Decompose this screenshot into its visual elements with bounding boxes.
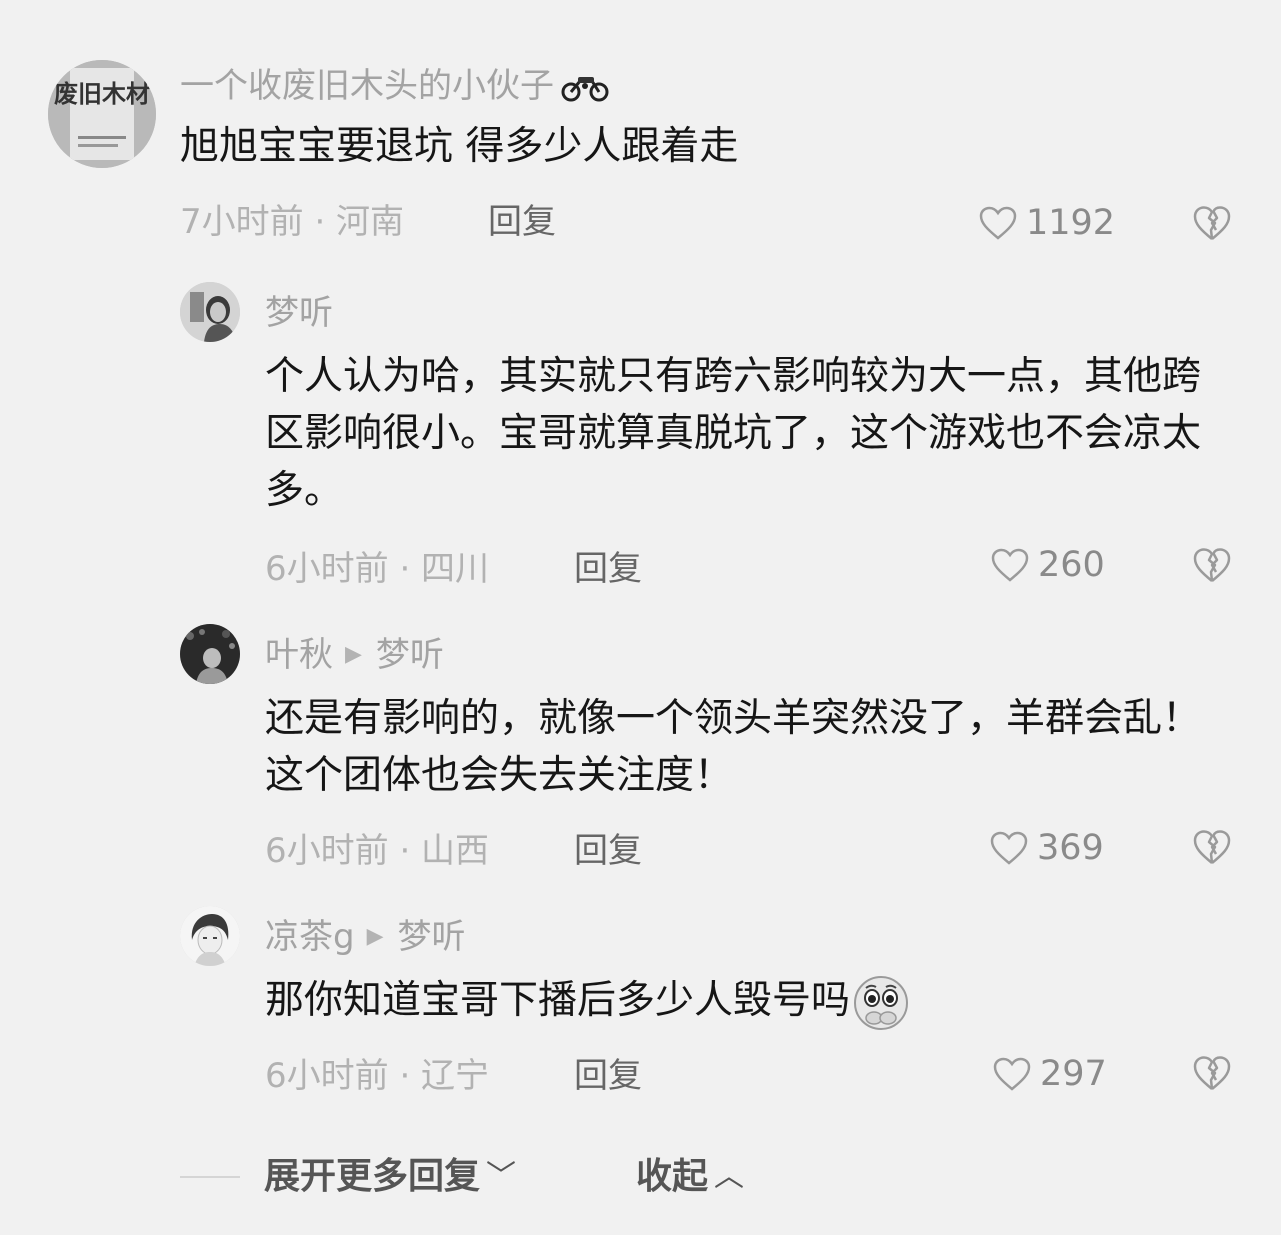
- pleading-face-emoji: [854, 975, 909, 1030]
- broken-heart-icon[interactable]: [1191, 1054, 1233, 1092]
- comment-meta: 6小时前 · 辽宁: [265, 1056, 490, 1096]
- like-button[interactable]: 297: [992, 1054, 1107, 1094]
- collapse-button[interactable]: 收起 ︿: [636, 1155, 744, 1199]
- like-count: 260: [1038, 545, 1105, 585]
- like-count: 369: [1037, 828, 1104, 868]
- comment-author[interactable]: 一个收废旧木头的小伙子: [180, 66, 610, 106]
- comment-text: 旭旭宝宝要退坑 得多少人跟着走: [180, 124, 739, 169]
- expand-more-replies-button[interactable]: 展开更多回复 ﹀: [264, 1155, 516, 1199]
- author-name[interactable]: 一个收废旧木头的小伙子: [180, 66, 554, 106]
- chevron-down-icon: ﹀: [486, 1159, 517, 1194]
- expand-label: 展开更多回复: [264, 1156, 481, 1197]
- collapse-label: 收起: [636, 1156, 709, 1197]
- avatar-text-top: 废旧木材: [54, 80, 150, 108]
- broken-heart-icon[interactable]: [1191, 828, 1233, 866]
- like-button[interactable]: 260: [990, 545, 1105, 585]
- reply-arrow-icon: ▶: [366, 924, 384, 949]
- heart-icon: [979, 206, 1017, 240]
- author-name[interactable]: 叶秋: [265, 635, 333, 675]
- avatar[interactable]: [180, 624, 240, 684]
- comment-text: 个人认为哈，其实就只有跨六影响较为大一点，其他跨区影响很小。宝哥就算真脱坑了，这…: [265, 354, 1202, 513]
- reply-button[interactable]: 回复: [574, 1056, 642, 1096]
- comment-meta: 6小时前 · 山西: [265, 831, 490, 871]
- divider: [180, 1176, 240, 1178]
- like-count: 297: [1040, 1054, 1107, 1094]
- comment-text: 还是有影响的，就像一个领头羊突然没了，羊群会乱！这个团体也会失去关注度！: [265, 696, 1202, 798]
- comment-meta: 7小时前 · 河南: [180, 202, 405, 242]
- like-count: 1192: [1026, 203, 1116, 243]
- reply-button[interactable]: 回复: [574, 831, 642, 871]
- reply-button[interactable]: 回复: [574, 549, 642, 589]
- like-button[interactable]: 369: [989, 828, 1104, 868]
- broken-heart-icon[interactable]: [1191, 546, 1233, 584]
- heart-icon: [991, 548, 1029, 582]
- broken-heart-icon[interactable]: [1191, 204, 1233, 242]
- comment-author[interactable]: 叶秋 ▶ 梦听: [265, 635, 444, 675]
- chevron-up-icon: ︿: [714, 1159, 745, 1194]
- avatar[interactable]: [180, 906, 240, 966]
- reply-to-name[interactable]: 梦听: [376, 635, 444, 675]
- heart-icon: [993, 1057, 1031, 1091]
- reply-arrow-icon: ▶: [345, 642, 362, 667]
- author-name[interactable]: 梦听: [265, 293, 333, 333]
- like-button[interactable]: 1192: [978, 203, 1115, 243]
- motorcycle-icon: [560, 69, 610, 103]
- avatar[interactable]: 废旧木材: [48, 60, 156, 168]
- comment-text: 那你知道宝哥下播后多少人毁号吗: [265, 972, 1225, 1032]
- heart-icon: [990, 831, 1028, 865]
- reply-button[interactable]: 回复: [488, 202, 556, 242]
- comment-text-body: 那你知道宝哥下播后多少人毁号吗: [265, 978, 851, 1023]
- comment-meta: 6小时前 · 四川: [265, 549, 490, 589]
- author-name[interactable]: 凉茶g: [265, 917, 355, 957]
- avatar[interactable]: [180, 282, 240, 342]
- reply-to-name[interactable]: 梦听: [398, 917, 466, 957]
- comment-author[interactable]: 梦听: [265, 293, 333, 333]
- comment-author[interactable]: 凉茶g ▶ 梦听: [265, 917, 466, 957]
